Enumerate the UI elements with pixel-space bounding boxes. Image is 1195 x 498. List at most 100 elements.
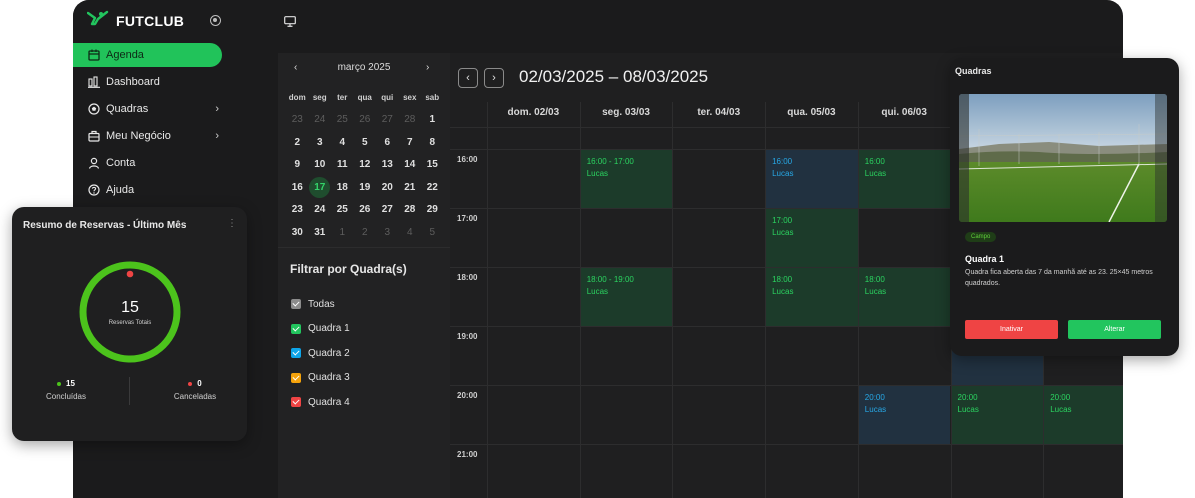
calendar-day[interactable]: 25 bbox=[331, 114, 354, 125]
calendar-day[interactable]: 22 bbox=[421, 182, 444, 193]
sidebar-nav: Agenda Dashboard Quadras › Meu Negócio ›… bbox=[73, 43, 233, 205]
next-month-button[interactable]: › bbox=[426, 62, 429, 73]
event-time: 20:00 bbox=[957, 393, 978, 402]
completed-label: Concluídas bbox=[45, 392, 87, 401]
reservation-event[interactable]: 18:00 Lucas bbox=[766, 268, 858, 326]
court-filter-option[interactable]: Quadra 3 bbox=[291, 366, 350, 391]
checkbox-checked-icon[interactable] bbox=[291, 372, 301, 383]
calendar-day[interactable]: 19 bbox=[354, 182, 377, 193]
calendar-day[interactable]: 29 bbox=[421, 204, 444, 215]
calendar-day[interactable]: 4 bbox=[399, 227, 422, 238]
edit-court-button[interactable]: Alterar bbox=[1068, 320, 1161, 339]
calendar-day[interactable]: 2 bbox=[354, 227, 377, 238]
day-column-header: qui. 06/03 bbox=[881, 107, 927, 118]
calendar-week: 30 31 1 2 3 4 5 bbox=[286, 221, 444, 244]
calendar-day[interactable]: 21 bbox=[399, 182, 422, 193]
calendar-day[interactable]: 16 bbox=[286, 182, 309, 193]
event-time: 18:00 - 19:00 bbox=[586, 275, 634, 284]
summary-title: Resumo de Reservas - Último Mês bbox=[23, 220, 187, 231]
court-filter-option[interactable]: Quadra 2 bbox=[291, 341, 350, 366]
court-filter-option[interactable]: Quadra 1 bbox=[291, 317, 350, 342]
brand[interactable]: FUTCLUB bbox=[86, 10, 184, 31]
more-options-icon[interactable]: ⋮ bbox=[227, 218, 237, 229]
calendar-day[interactable]: 28 bbox=[399, 114, 422, 125]
cancelled-label: Canceladas bbox=[173, 392, 217, 401]
reservation-event[interactable]: 20:00 Lucas bbox=[951, 386, 1044, 444]
calendar-week: 23 24 25 26 27 28 1 bbox=[286, 109, 444, 132]
deactivate-button[interactable]: Inativar bbox=[965, 320, 1058, 339]
reservation-event[interactable]: 16:00 Lucas bbox=[858, 150, 951, 208]
weekday-header: dom seg ter qua qui sex sab bbox=[286, 86, 444, 109]
reservation-event[interactable]: 18:00 Lucas bbox=[858, 268, 951, 326]
calendar-day[interactable]: 28 bbox=[399, 204, 422, 215]
checkbox-checked-icon[interactable] bbox=[291, 397, 301, 408]
calendar-week: 2345678 bbox=[286, 131, 444, 154]
court-filter-label: Quadra 4 bbox=[308, 396, 350, 408]
court-description: Quadra fica aberta das 7 da manhã até as… bbox=[965, 269, 1153, 287]
sidebar-item-agenda[interactable]: Agenda bbox=[73, 43, 222, 67]
reservation-event[interactable]: 20:00 Lucas bbox=[1044, 386, 1123, 444]
calendar-day[interactable]: 7 bbox=[399, 137, 422, 148]
calendar-day[interactable]: 4 bbox=[331, 137, 354, 148]
calendar-day[interactable]: 26 bbox=[354, 204, 377, 215]
calendar-day[interactable]: 30 bbox=[286, 227, 309, 238]
calendar-day[interactable]: 9 bbox=[286, 159, 309, 170]
sidebar-item-quadras[interactable]: Quadras › bbox=[73, 97, 233, 121]
calendar-day[interactable]: 24 bbox=[309, 204, 332, 215]
reservation-event[interactable]: 16:00 Lucas bbox=[766, 150, 858, 208]
calendar-day[interactable]: 27 bbox=[376, 204, 399, 215]
calendar-day[interactable]: 1 bbox=[331, 227, 354, 238]
calendar-day[interactable]: 5 bbox=[421, 227, 444, 238]
checkbox-checked-icon[interactable] bbox=[291, 323, 301, 334]
calendar-day[interactable]: 18 bbox=[331, 182, 354, 193]
calendar-day[interactable]: 6 bbox=[376, 137, 399, 148]
calendar-day[interactable]: 11 bbox=[331, 159, 354, 170]
completed-count: 15 bbox=[66, 379, 75, 388]
sidebar-item-ajuda[interactable]: Ajuda bbox=[73, 178, 233, 202]
event-time: 16:00 - 17:00 bbox=[586, 157, 634, 166]
sidebar-item-label: Conta bbox=[106, 157, 136, 169]
sidebar-item-label: Dashboard bbox=[106, 76, 160, 88]
chevron-right-icon: › bbox=[215, 130, 219, 142]
reservation-event[interactable]: 17:00 Lucas bbox=[766, 209, 858, 267]
calendar-day[interactable]: 5 bbox=[354, 137, 377, 148]
calendar-day[interactable]: 3 bbox=[309, 137, 332, 148]
checkbox-checked-icon[interactable] bbox=[291, 299, 301, 310]
prev-week-button[interactable]: ‹ bbox=[458, 68, 478, 88]
sidebar-item-meu-negocio[interactable]: Meu Negócio › bbox=[73, 124, 233, 148]
calendar-day[interactable]: 25 bbox=[331, 204, 354, 215]
theme-toggle-icon[interactable] bbox=[210, 15, 221, 26]
calendar-day[interactable]: 24 bbox=[309, 114, 332, 125]
calendar-day[interactable]: 31 bbox=[309, 227, 332, 238]
calendar-day[interactable]: 2 bbox=[286, 137, 309, 148]
next-week-button[interactable]: › bbox=[484, 68, 504, 88]
reservation-event[interactable]: 18:00 - 19:00 Lucas bbox=[580, 268, 673, 326]
court-filter-option[interactable]: Quadra 4 bbox=[291, 390, 350, 415]
reservation-event[interactable]: 20:00 Lucas bbox=[858, 386, 951, 444]
calendar-day[interactable]: 26 bbox=[354, 114, 377, 125]
calendar-day[interactable]: 1 bbox=[421, 114, 444, 125]
calendar-day[interactable]: 14 bbox=[399, 159, 422, 170]
calendar-day[interactable]: 13 bbox=[376, 159, 399, 170]
event-customer: Lucas bbox=[586, 287, 609, 296]
calendar-day[interactable]: 10 bbox=[309, 159, 332, 170]
calendar-day[interactable]: 3 bbox=[376, 227, 399, 238]
calendar-day[interactable]: 15 bbox=[421, 159, 444, 170]
court-filter-option[interactable]: Todas bbox=[291, 292, 350, 317]
checkbox-checked-icon[interactable] bbox=[291, 348, 301, 359]
sidebar-item-conta[interactable]: Conta bbox=[73, 151, 233, 175]
court-card-title: Quadras bbox=[955, 66, 992, 76]
calendar-day[interactable]: 27 bbox=[376, 114, 399, 125]
calendar-day[interactable]: 12 bbox=[354, 159, 377, 170]
sidebar-item-dashboard[interactable]: Dashboard bbox=[73, 70, 233, 94]
calendar-day[interactable]: 20 bbox=[376, 182, 399, 193]
event-time: 18:00 bbox=[864, 275, 885, 284]
calendar-day[interactable]: 23 bbox=[286, 204, 309, 215]
calendar-day[interactable]: 8 bbox=[421, 137, 444, 148]
calendar-day[interactable]: 23 bbox=[286, 114, 309, 125]
reservation-event[interactable]: 16:00 - 17:00 Lucas bbox=[580, 150, 673, 208]
day-column-header: qua. 05/03 bbox=[787, 107, 836, 118]
monitor-icon[interactable] bbox=[284, 14, 296, 32]
cancelled-count: 0 bbox=[197, 379, 202, 388]
calendar-day[interactable]: 17 bbox=[309, 176, 331, 198]
